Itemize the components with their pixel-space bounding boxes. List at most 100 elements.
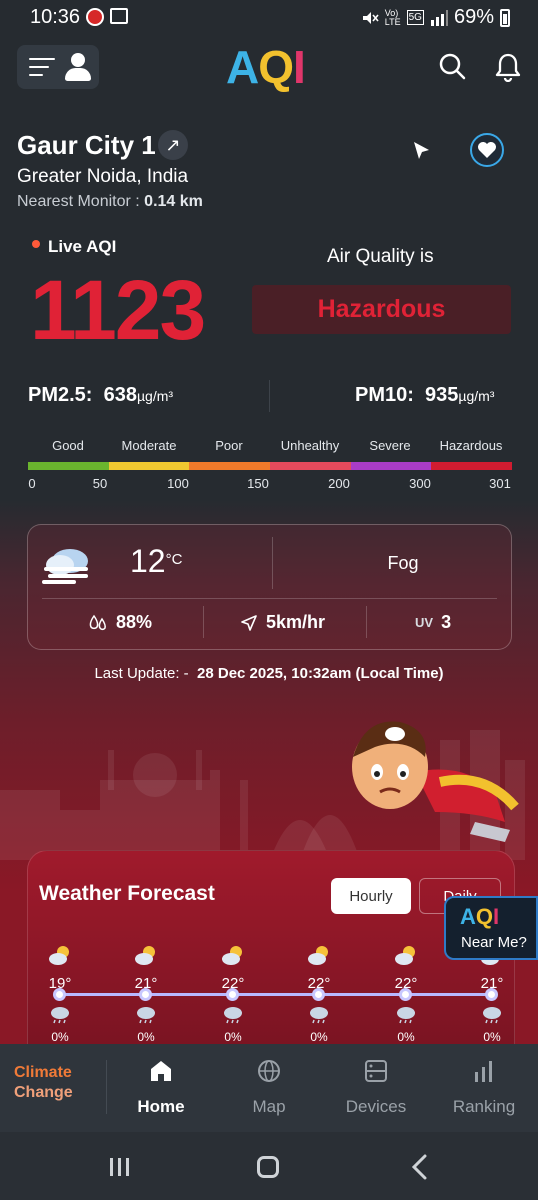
mute-icon xyxy=(362,11,379,24)
scale-segment xyxy=(189,462,271,470)
location-name: Gaur City 1 xyxy=(17,130,156,160)
nav-devices[interactable]: Devices xyxy=(326,1058,426,1117)
scale-number: 300 xyxy=(409,476,431,491)
external-link-icon[interactable]: ↗ xyxy=(158,130,188,160)
mascot-illustration xyxy=(352,721,519,842)
rain-cloud-icon xyxy=(483,1007,501,1024)
location-region: Greater Noida, India xyxy=(17,166,189,187)
uv-icon: UV xyxy=(415,615,434,630)
scale-segment xyxy=(431,462,513,470)
bell-icon[interactable] xyxy=(494,52,522,82)
favorite-heart-icon[interactable] xyxy=(470,133,504,167)
partly-sunny-icon xyxy=(395,946,415,965)
5g-icon: 5G xyxy=(406,10,424,25)
timeline-dot xyxy=(53,988,66,1001)
air-quality-status: Hazardous xyxy=(252,285,511,334)
last-update: Last Update: - 28 Dec 2025, 10:32am (Loc… xyxy=(94,665,444,682)
forecast-hour: 22° 0% xyxy=(208,944,258,1044)
scale-segment xyxy=(28,462,109,470)
forecast-hour: 22° 0% xyxy=(294,944,344,1044)
search-icon[interactable] xyxy=(438,52,466,80)
scale-label: Moderate xyxy=(121,438,177,453)
status-indicators: Vo) LTE 5G 69% xyxy=(361,6,510,29)
pm-divider xyxy=(269,380,270,412)
battery-percent: 69% xyxy=(453,6,494,28)
tab-hourly[interactable]: Hourly xyxy=(331,878,411,914)
scale-number: 301 xyxy=(489,476,511,491)
rain-cloud-icon xyxy=(310,1007,328,1024)
back-icon[interactable] xyxy=(410,1154,430,1180)
uv-stat: UV 3 xyxy=(415,612,452,632)
rain-cloud-icon xyxy=(51,1007,69,1024)
timeline-dot xyxy=(312,988,325,1001)
scale-segment xyxy=(108,462,190,470)
timeline-dot xyxy=(485,988,498,1001)
home-system-button[interactable] xyxy=(257,1156,279,1178)
aqi-value: 1123 xyxy=(30,263,206,357)
rain-chance: 0% xyxy=(483,1030,501,1044)
user-icon xyxy=(65,53,91,81)
rain-chance: 0% xyxy=(51,1030,69,1044)
nav-map[interactable]: Map xyxy=(219,1058,319,1117)
wind-direction-icon xyxy=(241,614,257,631)
recent-apps-icon[interactable] xyxy=(108,1156,130,1178)
near-me-logo: AQI xyxy=(460,904,500,929)
scale-number: 100 xyxy=(167,476,189,491)
nearest-monitor: Nearest Monitor : 0.14 km xyxy=(17,193,203,210)
status-time: 10:36 xyxy=(30,6,81,28)
globe-icon xyxy=(258,1060,280,1082)
timeline-dot xyxy=(226,988,239,1001)
partly-sunny-icon xyxy=(135,946,155,965)
battery-icon xyxy=(500,8,510,27)
pm10-reading: PM10: 935µg/m³ xyxy=(355,384,495,406)
forecast-title: Weather Forecast xyxy=(39,882,215,905)
current-temperature: 12°C xyxy=(130,543,183,579)
home-icon xyxy=(151,1061,171,1081)
signal-icon xyxy=(430,9,448,26)
rain-chance: 0% xyxy=(310,1030,328,1044)
partly-sunny-icon xyxy=(222,946,242,965)
ranking-icon xyxy=(475,1061,492,1082)
weather-condition: Fog xyxy=(387,553,419,573)
air-quality-label: Air Quality is xyxy=(327,246,434,267)
menu-profile-button[interactable] xyxy=(17,45,99,89)
scale-label: Severe xyxy=(369,438,411,453)
rain-chance: 0% xyxy=(137,1030,155,1044)
timeline-dot xyxy=(399,988,412,1001)
scale-number: 0 xyxy=(28,476,36,491)
live-aqi-label: Live AQI xyxy=(48,237,117,256)
aqi-scale-bar xyxy=(28,462,513,470)
stat-divider xyxy=(203,606,204,638)
device-icon xyxy=(365,1060,387,1082)
nav-home[interactable]: Home xyxy=(111,1058,211,1117)
timeline-dot xyxy=(139,988,152,1001)
scale-number: 200 xyxy=(328,476,350,491)
scale-segment xyxy=(270,462,351,470)
wind-stat: 5km/hr xyxy=(240,612,325,633)
climate-change-button[interactable]: Climate Change xyxy=(14,1063,94,1103)
menu-icon xyxy=(29,58,55,76)
rain-cloud-icon xyxy=(397,1007,415,1024)
nav-ranking[interactable]: Ranking xyxy=(434,1058,534,1117)
partly-sunny-icon xyxy=(49,946,69,965)
card-divider xyxy=(272,537,273,589)
scale-label: Good xyxy=(52,438,84,453)
rain-chance: 0% xyxy=(397,1030,415,1044)
locate-arrow-icon[interactable] xyxy=(405,136,435,166)
near-me-label: Near Me? xyxy=(461,934,527,951)
scale-number: 150 xyxy=(247,476,269,491)
forecast-hour: 19° 0% xyxy=(35,944,85,1044)
rain-cloud-icon xyxy=(224,1007,242,1024)
humidity-stat: 88% xyxy=(88,612,152,633)
aqi-scale-labels: Good Moderate Poor Unhealthy Severe Haza… xyxy=(28,438,512,454)
scale-label: Unhealthy xyxy=(280,438,340,453)
app-notification-icon xyxy=(86,8,104,26)
image-notification-icon xyxy=(110,8,128,24)
rain-cloud-icon xyxy=(137,1007,155,1024)
fog-icon xyxy=(42,549,88,584)
rain-chance: 0% xyxy=(224,1030,242,1044)
live-indicator-dot xyxy=(32,240,40,248)
scale-number: 50 xyxy=(92,476,108,491)
aqi-scale-numbers: 0 50 100 150 200 300 301 xyxy=(28,476,512,492)
forecast-timeline xyxy=(60,993,494,996)
